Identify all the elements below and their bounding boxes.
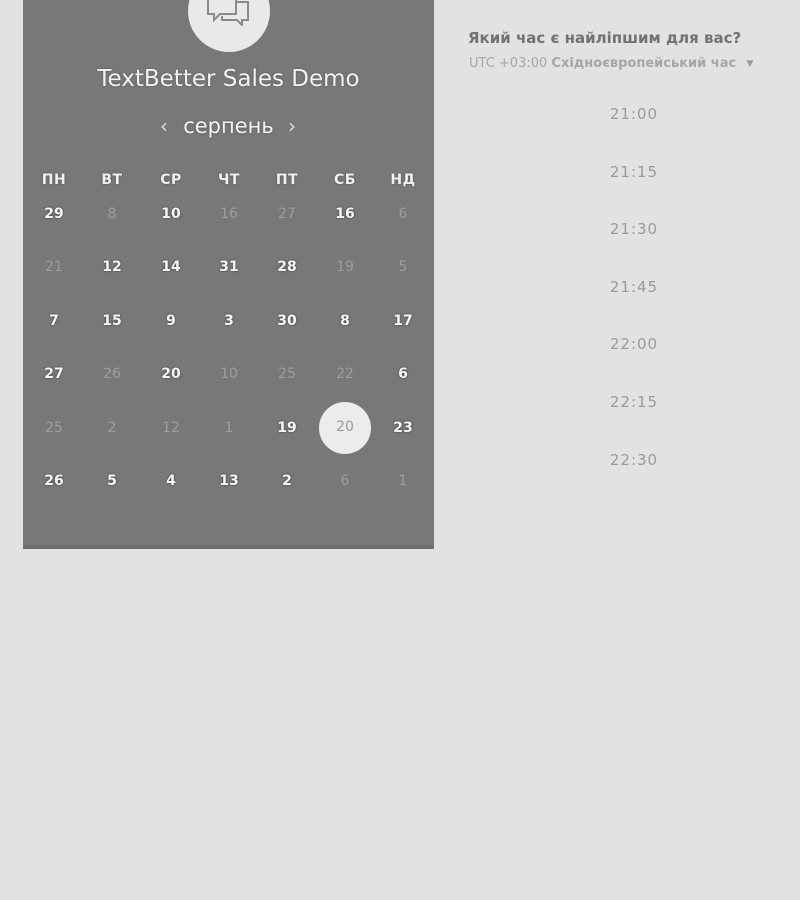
calendar-day[interactable]: 8 bbox=[325, 309, 365, 333]
calendar-day[interactable]: 9 bbox=[151, 309, 191, 333]
calendar-day: 22 bbox=[336, 366, 354, 382]
calendar-day[interactable]: 20 bbox=[151, 362, 191, 386]
calendar-day: 27 bbox=[278, 206, 296, 222]
calendar-day: 2 bbox=[107, 420, 117, 436]
event-logo bbox=[188, 0, 270, 52]
calendar-day[interactable]: 4 bbox=[151, 469, 191, 493]
calendar-day[interactable]: 7 bbox=[34, 309, 74, 333]
time-slot-button[interactable]: 21:00 bbox=[584, 99, 684, 129]
calendar-day[interactable]: 5 bbox=[92, 469, 132, 493]
calendar-day[interactable]: 27 bbox=[34, 362, 74, 386]
calendar-day[interactable]: 29 bbox=[34, 202, 74, 226]
weekday-header: ПН ВТ СР ЧТ ПТ СБ НД bbox=[23, 172, 434, 190]
weekday-label: НД bbox=[390, 172, 416, 188]
time-slot-button[interactable]: 22:00 bbox=[584, 329, 684, 359]
calendar-day[interactable]: 6 bbox=[383, 362, 423, 386]
calendar-day: 6 bbox=[398, 206, 408, 222]
calendar-day[interactable]: 3 bbox=[209, 309, 249, 333]
weekday-label: ПН bbox=[41, 172, 67, 188]
chevron-left-icon[interactable]: ‹ bbox=[153, 113, 175, 139]
calendar-day: 16 bbox=[220, 206, 238, 222]
calendar-panel: TextBetter Sales Demo ‹ серпень › ПН ВТ СР… bbox=[23, 0, 434, 549]
calendar-day: 25 bbox=[278, 366, 296, 382]
month-label: серпень bbox=[183, 114, 274, 138]
calendar-day[interactable]: 12 bbox=[92, 255, 132, 279]
calendar-day: 10 bbox=[220, 366, 238, 382]
calendar-day[interactable]: 19 bbox=[267, 416, 307, 440]
weekday-label: СР bbox=[160, 172, 182, 188]
timezone-name: Східноєвропейський час bbox=[551, 56, 737, 71]
calendar-day: 21 bbox=[45, 259, 63, 275]
calendar-day[interactable]: 15 bbox=[92, 309, 132, 333]
calendar-day[interactable]: 30 bbox=[267, 309, 307, 333]
calendar-day[interactable]: 17 bbox=[383, 309, 423, 333]
calendar-day: 25 bbox=[45, 420, 63, 436]
calendar-day: 5 bbox=[398, 259, 408, 275]
calendar-day: 19 bbox=[336, 259, 354, 275]
weekday-label: ПТ bbox=[275, 172, 299, 188]
calendar-day[interactable]: 13 bbox=[209, 469, 249, 493]
calendar-day: 1 bbox=[224, 420, 234, 436]
timezone-selector[interactable]: UTC +03:00 Східноєвропейський час ▼ bbox=[469, 56, 753, 71]
weekday-label: ЧТ bbox=[218, 172, 240, 188]
weekday-label: ВТ bbox=[101, 172, 123, 188]
calendar-day: 1 bbox=[398, 473, 408, 489]
caret-down-icon: ▼ bbox=[746, 58, 754, 69]
calendar-day[interactable]: 26 bbox=[34, 469, 74, 493]
calendar-day[interactable]: 16 bbox=[325, 202, 365, 226]
weekday-label: СБ bbox=[334, 172, 356, 188]
time-picker-heading: Який час є найліпшим для вас? bbox=[468, 29, 742, 47]
calendar-day: 26 bbox=[103, 366, 121, 382]
calendar-day-selected[interactable]: 20 bbox=[319, 402, 371, 454]
calendar-day[interactable]: 28 bbox=[267, 255, 307, 279]
calendar-day[interactable]: 10 bbox=[151, 202, 191, 226]
time-slot-button[interactable]: 22:15 bbox=[584, 387, 684, 417]
calendar-day[interactable]: 23 bbox=[383, 416, 423, 440]
calendar-day: 8 bbox=[107, 206, 117, 222]
calendar-day[interactable]: 31 bbox=[209, 255, 249, 279]
time-slot-button[interactable]: 21:45 bbox=[584, 272, 684, 302]
calendar-day[interactable]: 2 bbox=[267, 469, 307, 493]
event-title: TextBetter Sales Demo bbox=[97, 66, 360, 92]
calendar-day: 12 bbox=[162, 420, 180, 436]
time-slot-button[interactable]: 22:30 bbox=[584, 445, 684, 475]
calendar-day[interactable]: 14 bbox=[151, 255, 191, 279]
time-slot-button[interactable]: 21:30 bbox=[584, 214, 684, 244]
time-slot-button[interactable]: 21:15 bbox=[584, 157, 684, 187]
month-navigator: ‹ серпень › bbox=[23, 111, 434, 141]
chevron-right-icon[interactable]: › bbox=[281, 113, 303, 139]
calendar-day: 6 bbox=[340, 473, 350, 489]
timezone-offset: UTC +03:00 bbox=[469, 56, 548, 71]
